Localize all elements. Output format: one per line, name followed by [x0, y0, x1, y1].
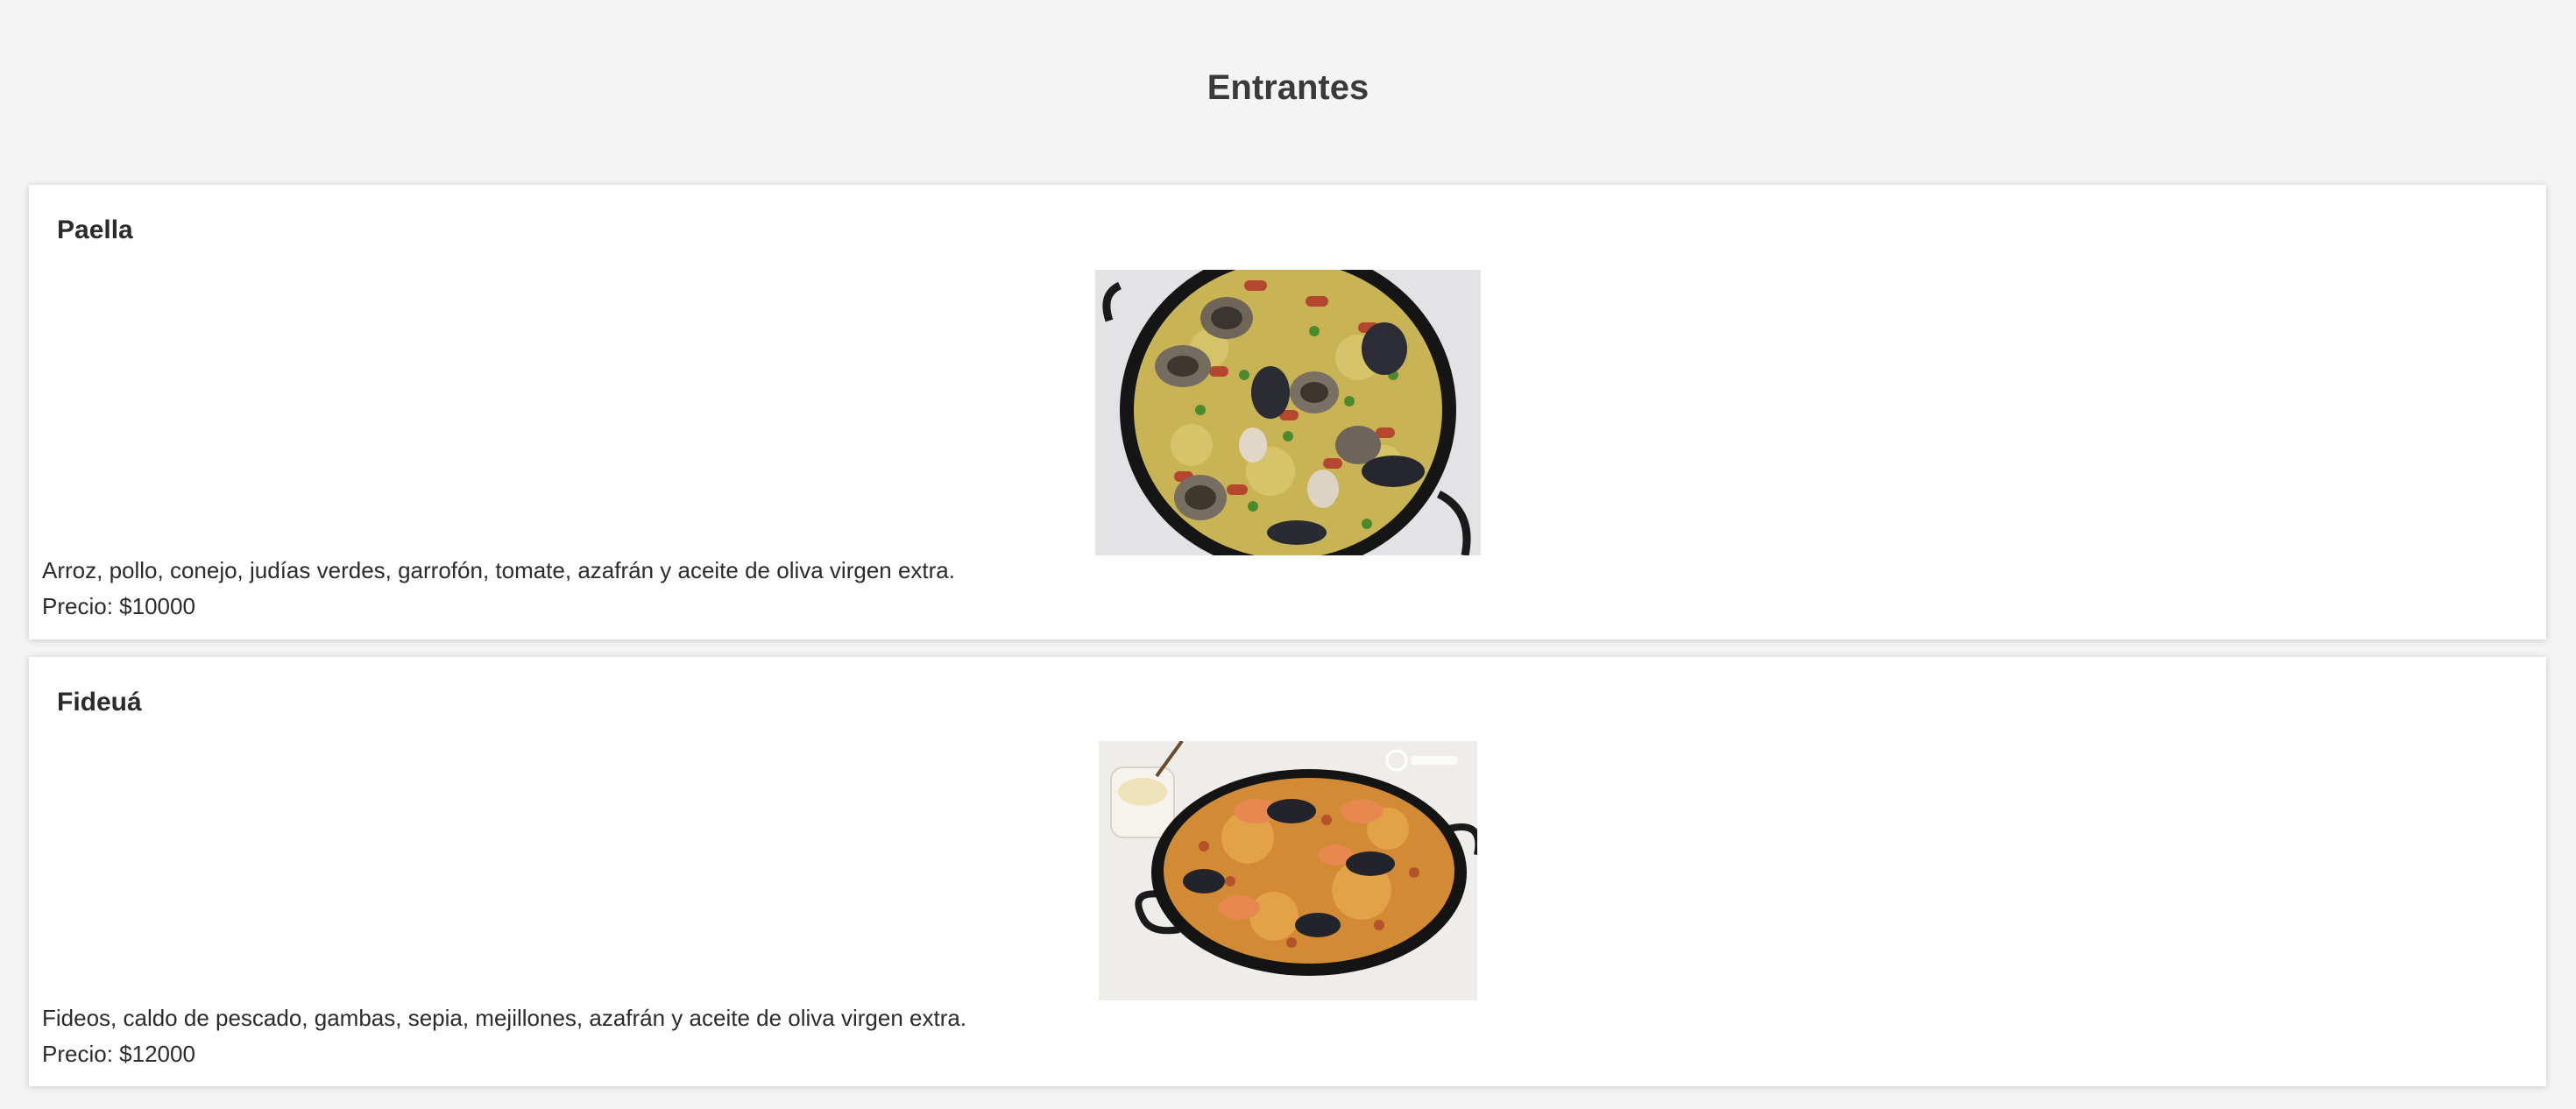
dish-card-fideua: Fideuá Fideos, caldo de pescado, gambas,… [29, 657, 2546, 1086]
dish-price: Precio: $12000 [42, 1041, 195, 1067]
page-title: Entrantes [1207, 68, 1369, 107]
dish-price: Precio: $10000 [42, 593, 195, 619]
dish-name: Paella [57, 215, 133, 244]
dish-description: Arroz, pollo, conejo, judías verdes, gar… [42, 557, 955, 583]
paella-photo [1095, 270, 1481, 555]
dish-description: Fideos, caldo de pescado, gambas, sepia,… [42, 1005, 967, 1031]
dish-card-paella: Paella Arroz, pollo, conejo, judías verd… [29, 185, 2546, 639]
dish-name: Fideuá [57, 688, 142, 717]
fideua-photo [1099, 741, 1477, 1000]
